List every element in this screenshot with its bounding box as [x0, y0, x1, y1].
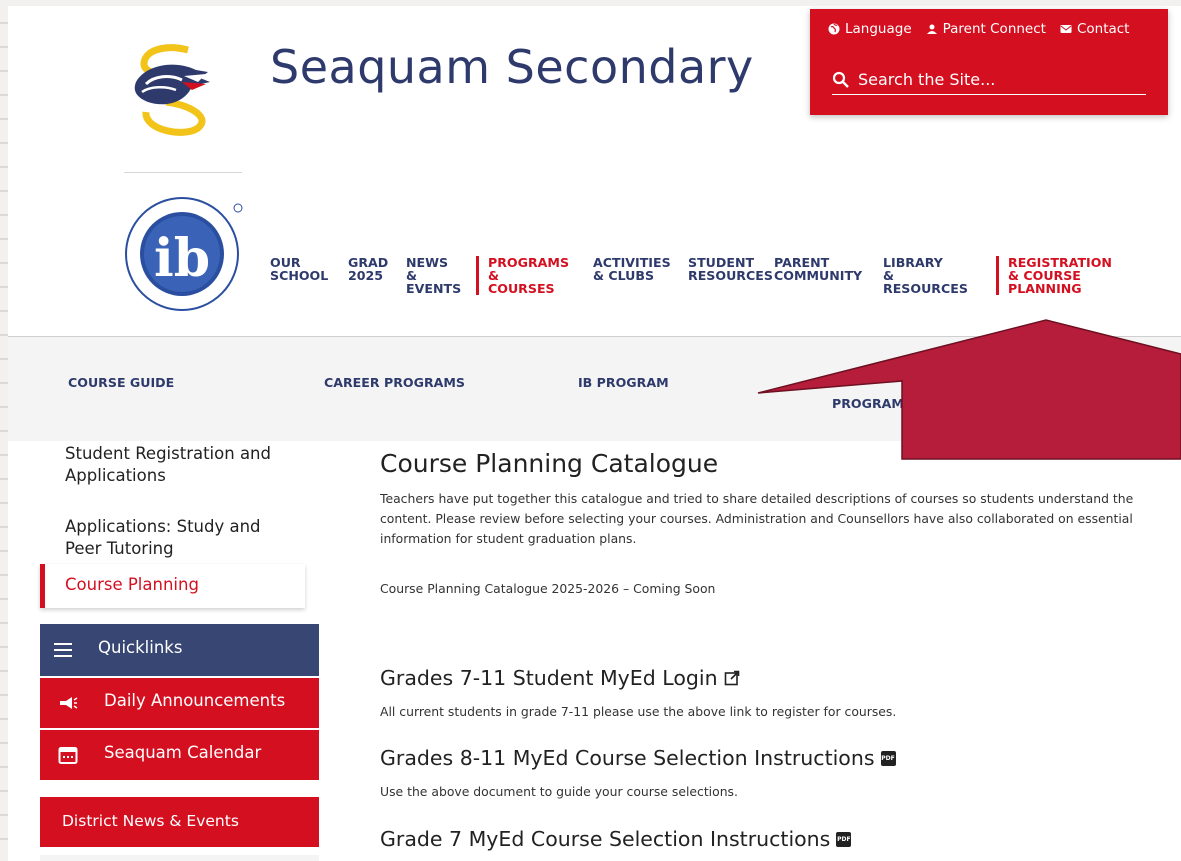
sidebar-next-item — [40, 855, 319, 861]
seaquam-calendar-label: Seaquam Calendar — [104, 743, 262, 762]
daily-announcements-link[interactable]: Daily Announcements — [40, 678, 319, 728]
grades-8-11-heading: Grades 8-11 MyEd Course Selection Instru… — [380, 746, 875, 770]
sidebar-item-course-planning[interactable]: Course Planning — [40, 564, 305, 608]
quicklinks-header[interactable]: Quicklinks — [40, 624, 319, 676]
language-link[interactable]: Language — [828, 21, 912, 37]
district-news-label: District News & Events — [62, 812, 239, 830]
person-icon — [926, 24, 937, 34]
subnav-ib-program[interactable]: IB PROGRAM — [578, 375, 669, 390]
nav-parent-community[interactable]: PARENT COMMUNITY — [774, 256, 862, 282]
site-title[interactable]: Seaquam Secondary — [270, 40, 754, 94]
nav-grad-2025[interactable]: GRAD 2025 — [348, 256, 388, 282]
grade-7-instructions-link[interactable]: Grade 7 MyEd Course Selection Instructio… — [380, 827, 852, 851]
daily-announcements-label: Daily Announcements — [104, 691, 286, 710]
subnav-program[interactable]: PROGRAM — [832, 396, 904, 411]
search-input[interactable] — [858, 70, 1138, 89]
contact-label: Contact — [1076, 21, 1130, 37]
sub-navigation: COURSE GUIDE CAREER PROGRAMS IB PROGRAM … — [8, 336, 1181, 441]
utility-links: Language Parent Connect Contact — [828, 21, 1129, 37]
search-icon[interactable] — [832, 71, 850, 89]
seaquam-calendar-link[interactable]: Seaquam Calendar — [40, 730, 319, 780]
nav-student-resources[interactable]: STUDENT RESOURCES — [688, 256, 773, 282]
ib-world-school-logo[interactable]: ib — [120, 192, 248, 316]
parent-connect-label: Parent Connect — [942, 21, 1046, 37]
header-divider — [124, 172, 242, 173]
nav-activities-clubs[interactable]: ACTIVITIES & CLUBS — [593, 256, 671, 282]
nav-news-events[interactable]: NEWS & EVENTS — [406, 256, 461, 295]
hamburger-icon — [54, 643, 72, 661]
utility-panel: Language Parent Connect Contact — [810, 9, 1168, 115]
pdf-icon: PDF — [836, 831, 852, 847]
nav-registration-course-planning[interactable]: REGISTRATION & COURSE PLANNING — [996, 256, 1112, 295]
sidebar-item-student-registration[interactable]: Student Registration and Applications — [65, 443, 305, 487]
web-page: Seaquam Secondary ib Language Parent Con… — [8, 6, 1181, 861]
nav-library-resources[interactable]: LIBRARY & RESOURCES — [883, 256, 968, 295]
sidebar-item-study-peer-tutoring[interactable]: Applications: Study and Peer Tutoring — [65, 516, 295, 560]
myed-login-heading: Grades 7-11 Student MyEd Login — [380, 666, 718, 690]
intro-paragraph: Teachers have put together this catalogu… — [380, 491, 1134, 546]
nav-programs-courses[interactable]: PROGRAMS & COURSES — [476, 256, 569, 295]
subnav-course-guide[interactable]: COURSE GUIDE — [68, 375, 174, 390]
seaquam-logo[interactable] — [126, 42, 226, 142]
grade-7-heading: Grade 7 MyEd Course Selection Instructio… — [380, 827, 831, 851]
myed-login-link[interactable]: Grades 7-11 Student MyEd Login — [380, 666, 740, 690]
pdf-icon: PDF — [880, 750, 896, 766]
subnav-career-programs[interactable]: CAREER PROGRAMS — [324, 375, 465, 390]
contact-link[interactable]: Contact — [1060, 21, 1130, 37]
external-link-icon — [724, 670, 739, 686]
envelope-icon — [1060, 25, 1072, 33]
grades-8-11-instructions-link[interactable]: Grades 8-11 MyEd Course Selection Instru… — [380, 746, 896, 770]
sidebar-item-label: Course Planning — [65, 575, 199, 594]
catalogue-note: Course Planning Catalogue 2025-2026 – Co… — [380, 581, 716, 596]
calendar-icon — [58, 747, 78, 764]
quicklinks-label: Quicklinks — [98, 638, 183, 657]
myed-login-text: All current students in grade 7-11 pleas… — [380, 704, 897, 719]
page-title: Course Planning Catalogue — [380, 449, 719, 478]
grades-8-11-text: Use the above document to guide your cou… — [380, 784, 738, 799]
megaphone-icon — [60, 697, 78, 709]
language-label: Language — [845, 21, 912, 37]
nav-our-school[interactable]: OUR SCHOOL — [270, 256, 328, 282]
svg-text:ib: ib — [154, 228, 210, 289]
parent-connect-link[interactable]: Parent Connect — [926, 21, 1046, 37]
site-search[interactable] — [832, 65, 1146, 95]
district-news-events-link[interactable]: District News & Events — [40, 797, 319, 847]
main-content: Course Planning Catalogue Teachers have … — [350, 441, 1160, 861]
globe-icon — [828, 23, 840, 35]
